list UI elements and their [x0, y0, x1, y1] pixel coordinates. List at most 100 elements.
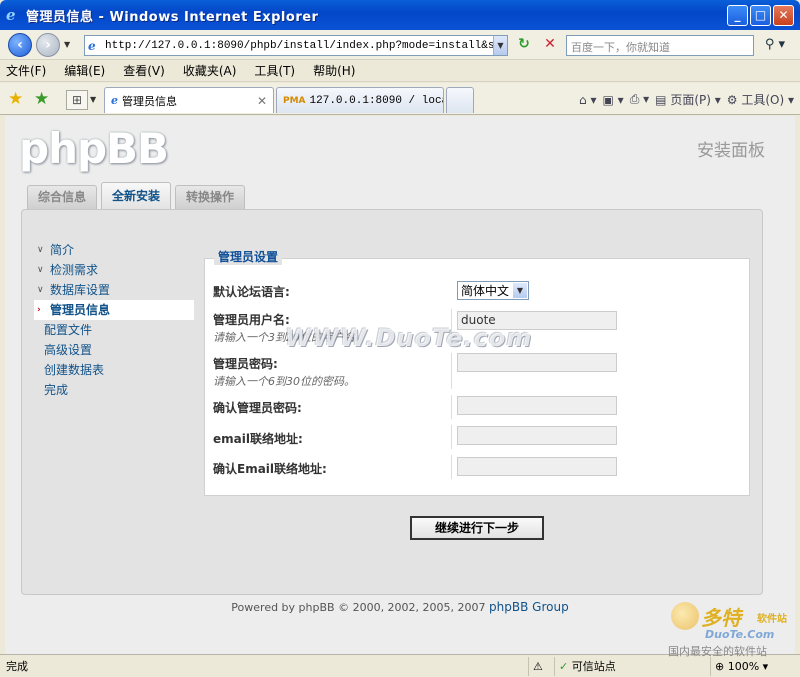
- menu-help[interactable]: 帮助(H): [313, 62, 355, 79]
- back-button[interactable]: ‹: [8, 33, 32, 57]
- zoom-control[interactable]: ⊕ 100% ▾: [710, 657, 796, 676]
- step-label: 检测需求: [50, 263, 99, 277]
- security-icon[interactable]: ⚠: [528, 657, 552, 676]
- step-label: 简介: [50, 243, 75, 257]
- corner-logo-cn: 多特: [701, 606, 741, 630]
- language-select[interactable]: 简体中文 ▼: [457, 281, 529, 300]
- field-hint: 请输入一个6到30位的密码。: [213, 375, 355, 388]
- watermark-note: 国内最安全的软件站: [668, 645, 767, 658]
- panel-title: 安装面板: [697, 141, 765, 161]
- quick-tabs-icon[interactable]: ⊞: [66, 90, 88, 110]
- field-row: email联络地址:: [213, 430, 303, 447]
- field-row: 默认论坛语言:: [213, 283, 290, 300]
- page-menu[interactable]: ▤ 页面(P) ▾: [655, 91, 721, 108]
- install-frame: ∨ 简介 ∨ 检测需求 ∨ 数据库设置 › 管理员信息 配置文件 高级设置 创建数据表 …: [21, 209, 763, 595]
- close-window-button[interactable]: ✕: [773, 5, 794, 26]
- install-steps-nav: ∨ 简介 ∨ 检测需求 ∨ 数据库设置 › 管理员信息 配置文件 高级设置 创建数据表 …: [34, 240, 194, 400]
- step-advanced[interactable]: 高级设置: [34, 340, 194, 360]
- tools-menu-label: 工具(O): [741, 93, 785, 107]
- tools-menu[interactable]: ⚙ 工具(O) ▾: [727, 91, 794, 108]
- step-intro[interactable]: ∨ 简介: [34, 240, 194, 260]
- status-bar: 完成 ⚠ ✓ 可信站点 ⊕ 100% ▾ 国内最安全的软件站: [0, 645, 800, 677]
- field-label: 默认论坛语言:: [213, 285, 290, 299]
- step-requirements[interactable]: ∨ 检测需求: [34, 260, 194, 280]
- tab-row: ★ ★ ⊞ ▼ e 管理员信息 ✕ PMA 127.0.0.1:8090 / l…: [0, 83, 800, 115]
- step-admin-info[interactable]: › 管理员信息: [34, 300, 194, 320]
- chevron-down-icon: ∨: [37, 245, 44, 255]
- chevron-down-icon: ∨: [37, 265, 44, 275]
- zoom-label: 100%: [727, 660, 760, 673]
- admin-settings-fieldset: 默认论坛语言: 简体中文 ▼ 管理员用户名: 请输入一个3到20位的用户名。 d…: [204, 258, 750, 496]
- ie-logo-icon: e: [6, 6, 16, 24]
- continue-button[interactable]: 继续进行下一步: [410, 516, 544, 540]
- install-top-tabs: 综合信息 全新安装 转换操作: [27, 182, 246, 209]
- refresh-icon[interactable]: ↻: [514, 36, 534, 55]
- fieldset-legend: 管理员设置: [214, 248, 283, 265]
- zone-indicator[interactable]: ✓ 可信站点: [554, 657, 666, 676]
- url-text[interactable]: http://127.0.0.1:8090/phpb/install/index…: [105, 40, 493, 52]
- corner-logo-en: DuoTe.Com: [705, 628, 775, 641]
- admin-password-input[interactable]: [457, 353, 617, 372]
- history-dropdown-icon[interactable]: ▼: [64, 40, 70, 49]
- tab-phpmyadmin[interactable]: PMA 127.0.0.1:8090 / local...: [276, 87, 444, 113]
- tab-new-install[interactable]: 全新安装: [101, 182, 172, 209]
- field-row: 确认Email联络地址:: [213, 460, 327, 477]
- tab-label: 127.0.0.1:8090 / local...: [309, 94, 443, 107]
- step-create-tables[interactable]: 创建数据表: [34, 360, 194, 380]
- address-toolbar: ‹ › ▼ e http://127.0.0.1:8090/phpb/insta…: [0, 30, 800, 60]
- forward-button[interactable]: ›: [36, 33, 60, 57]
- tab-label: 管理员信息: [122, 94, 177, 108]
- field-label: 管理员密码:: [213, 357, 278, 371]
- favorites-star-icon[interactable]: ★: [8, 89, 23, 109]
- phpbb-group-link[interactable]: phpBB Group: [489, 600, 569, 614]
- command-bar: ⌂ ▾ ▣ ▾ ⎙ ▾ ▤ 页面(P) ▾ ⚙ 工具(O) ▾: [579, 91, 794, 108]
- window-controls: _ □ ✕: [727, 5, 794, 26]
- status-text: 完成: [6, 660, 28, 673]
- address-dropdown-icon[interactable]: ▼: [493, 36, 507, 55]
- email-input[interactable]: [457, 426, 617, 445]
- step-config-file[interactable]: 配置文件: [34, 320, 194, 340]
- new-tab-button[interactable]: [446, 87, 474, 113]
- search-input[interactable]: 百度一下，你就知道: [566, 35, 754, 56]
- page-content: phpBB 安装面板 综合信息 全新安装 转换操作 ∨ 简介 ∨ 检测需求 ∨ 数据库…: [5, 116, 795, 654]
- field-label: email联络地址:: [213, 432, 303, 446]
- menu-tools[interactable]: 工具(T): [254, 62, 295, 79]
- confirm-email-input[interactable]: [457, 457, 617, 476]
- page-icon: e: [88, 38, 96, 53]
- stop-icon[interactable]: ✕: [540, 36, 560, 55]
- menu-favorites[interactable]: 收藏夹(A): [183, 62, 237, 79]
- home-icon[interactable]: ⌂ ▾: [579, 93, 596, 107]
- tab-overview[interactable]: 综合信息: [27, 185, 98, 209]
- add-favorite-icon[interactable]: ★: [34, 89, 49, 109]
- chevron-right-icon: ›: [37, 305, 41, 315]
- divider: [451, 455, 452, 479]
- tab-list-dropdown-icon[interactable]: ▼: [90, 90, 102, 110]
- corner-logo-cn2: 软件站: [757, 614, 787, 625]
- print-icon[interactable]: ⎙ ▾: [630, 92, 649, 107]
- menu-view[interactable]: 查看(V): [123, 62, 165, 79]
- window-title-bar[interactable]: e 管理员信息 - Windows Internet Explorer _ □ …: [0, 0, 800, 30]
- menu-file[interactable]: 文件(F): [6, 62, 46, 79]
- minimize-button[interactable]: _: [727, 5, 748, 26]
- chevron-down-icon[interactable]: ▼: [513, 283, 527, 298]
- footer-text: Powered by phpBB © 2000, 2002, 2005, 200…: [231, 601, 486, 614]
- tab-close-icon[interactable]: ✕: [257, 94, 267, 108]
- step-finish[interactable]: 完成: [34, 380, 194, 400]
- window-title: 管理员信息 - Windows Internet Explorer: [26, 9, 319, 25]
- search-icon[interactable]: ⚲ ▾: [758, 35, 792, 56]
- maximize-button[interactable]: □: [750, 5, 771, 26]
- phpbb-logo[interactable]: phpBB: [19, 124, 169, 173]
- page-menu-label: 页面(P): [670, 93, 711, 107]
- tab-admin-info[interactable]: e 管理员信息 ✕: [104, 87, 274, 113]
- address-bar[interactable]: e http://127.0.0.1:8090/phpb/install/ind…: [84, 35, 508, 56]
- phpbb-install-page: phpBB 安装面板 综合信息 全新安装 转换操作 ∨ 简介 ∨ 检测需求 ∨ 数据库…: [5, 116, 795, 654]
- step-database[interactable]: ∨ 数据库设置: [34, 280, 194, 300]
- feeds-icon[interactable]: ▣ ▾: [603, 93, 624, 107]
- menu-edit[interactable]: 编辑(E): [64, 62, 105, 79]
- menu-bar: 文件(F) 编辑(E) 查看(V) 收藏夹(A) 工具(T) 帮助(H): [0, 60, 800, 82]
- confirm-password-input[interactable]: [457, 396, 617, 415]
- tab-convert[interactable]: 转换操作: [175, 185, 246, 209]
- check-icon: ✓: [559, 660, 569, 673]
- field-label: 确认Email联络地址:: [213, 462, 327, 476]
- divider: [451, 425, 452, 449]
